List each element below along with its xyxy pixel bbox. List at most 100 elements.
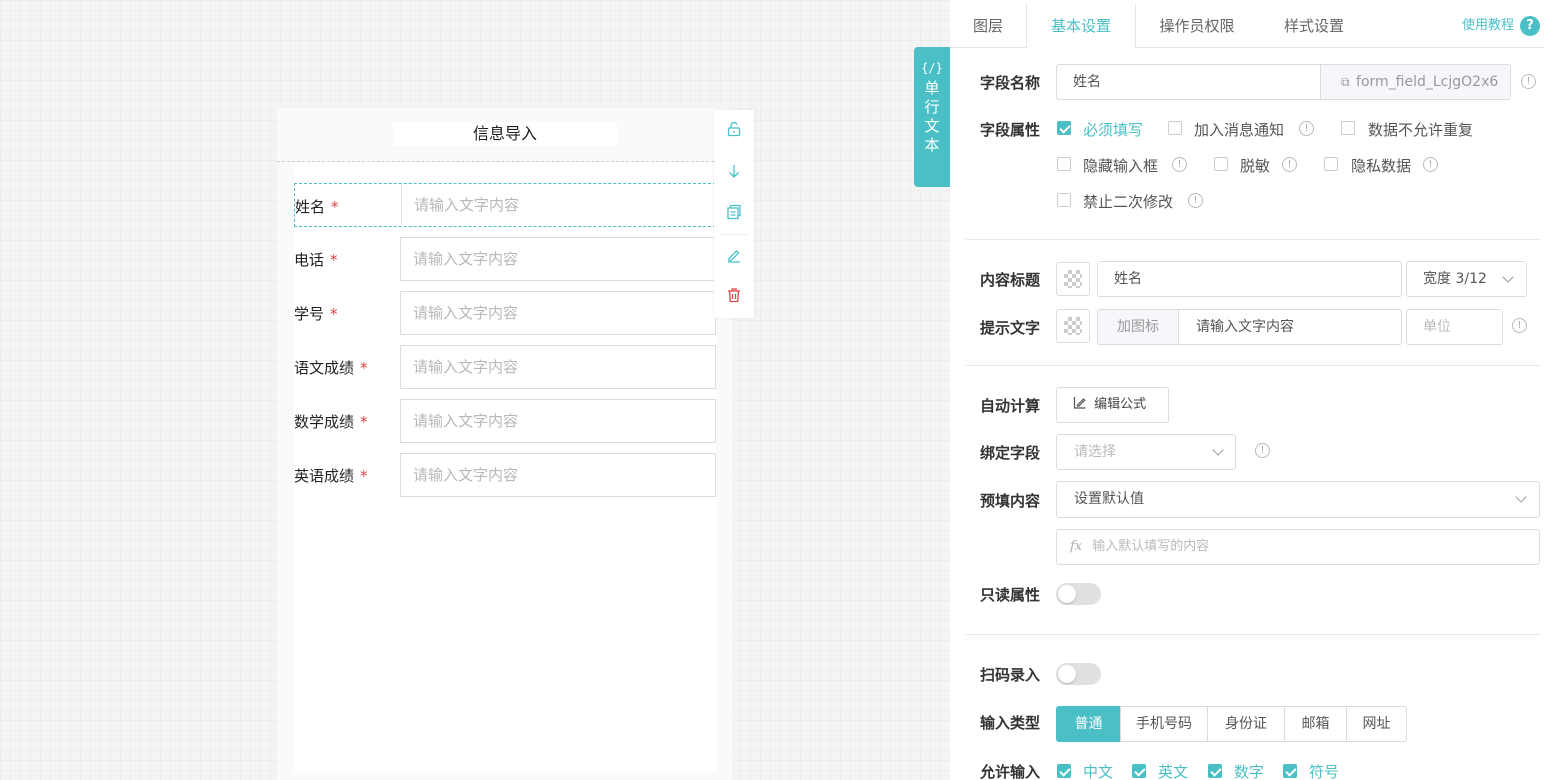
allow-english-checkbox[interactable] xyxy=(1132,764,1146,778)
field-toolbar xyxy=(714,110,754,318)
input-type-label: 输入类型 xyxy=(980,714,1041,732)
field-id-display[interactable]: ⧉ form_field_LcjgO2x6 xyxy=(1320,64,1511,100)
allow-symbol-label: 符号 xyxy=(1309,763,1340,780)
chevron-down-icon xyxy=(1212,444,1224,456)
required-mark: * xyxy=(330,251,338,269)
input-type-url[interactable]: 网址 xyxy=(1346,706,1407,742)
add-icon-button[interactable]: 加图标 xyxy=(1097,309,1179,345)
readonly-switch[interactable] xyxy=(1056,583,1101,605)
arrow-down-icon[interactable] xyxy=(724,163,744,183)
fx-icon: fx xyxy=(1070,539,1083,554)
edit-icon[interactable] xyxy=(724,247,744,267)
field-name-input[interactable]: 姓名 xyxy=(1056,64,1321,100)
readonly-label: 只读属性 xyxy=(980,586,1041,604)
trash-icon[interactable] xyxy=(724,287,744,307)
chevron-down-icon xyxy=(1515,491,1527,503)
formula-edit-icon xyxy=(1073,397,1086,409)
edit-formula-button[interactable]: 编辑公式 xyxy=(1056,387,1169,423)
field-label: 电话 * xyxy=(294,251,338,269)
chevron-down-icon xyxy=(1502,271,1514,283)
hint-text-input[interactable]: 请输入文字内容 xyxy=(1178,309,1402,345)
field-name-label: 字段名称 xyxy=(980,74,1041,92)
allow-input-label: 允许输入 xyxy=(980,763,1041,780)
text-input[interactable]: 请输入文字内容 xyxy=(400,399,716,443)
info-icon: ! xyxy=(1282,157,1297,172)
tab-basic-settings[interactable]: 基本设置 xyxy=(1026,4,1136,49)
no-second-edit-checkbox[interactable] xyxy=(1057,193,1071,207)
content-title-input[interactable]: 姓名 xyxy=(1097,261,1402,297)
required-mark: * xyxy=(330,305,338,323)
scan-input-switch[interactable] xyxy=(1056,663,1101,685)
form-field-row[interactable]: 电话 * 请输入文字内容 xyxy=(294,237,716,281)
tab-style-settings[interactable]: 样式设置 xyxy=(1258,4,1370,48)
tab-operator-permissions[interactable]: 操作员权限 xyxy=(1136,4,1258,48)
hide-input-checkbox[interactable] xyxy=(1057,157,1071,171)
unlock-icon[interactable] xyxy=(724,121,744,141)
copy-icon[interactable] xyxy=(724,204,744,224)
required-mark: * xyxy=(360,467,368,485)
form-field-row[interactable]: 姓名 * 请输入文字内容 xyxy=(294,183,717,227)
form-field-row[interactable]: 学号 * 请输入文字内容 xyxy=(294,291,716,335)
code-icon: {/} xyxy=(921,61,943,75)
private-data-checkbox[interactable] xyxy=(1324,157,1338,171)
form-field-row[interactable]: 语文成绩 * 请输入文字内容 xyxy=(294,345,716,389)
hide-input-label: 隐藏输入框 xyxy=(1083,157,1159,175)
message-notify-label: 加入消息通知 xyxy=(1194,121,1285,139)
form-field-row[interactable]: 数学成绩 * 请输入文字内容 xyxy=(294,399,716,443)
no-second-edit-label: 禁止二次修改 xyxy=(1083,193,1174,211)
form-header: 信息导入 xyxy=(277,108,714,162)
field-label: 数学成绩 * xyxy=(294,413,368,431)
allow-number-label: 数字 xyxy=(1234,763,1265,780)
field-label: 学号 * xyxy=(294,305,338,323)
field-label: 语文成绩 * xyxy=(294,359,368,377)
no-duplicate-checkbox[interactable] xyxy=(1341,121,1355,135)
form-title[interactable]: 信息导入 xyxy=(393,122,617,146)
input-type-phone[interactable]: 手机号码 xyxy=(1120,706,1208,742)
help-link[interactable]: 使用教程? xyxy=(1462,14,1540,36)
private-data-label: 隐私数据 xyxy=(1351,157,1412,175)
required-mark: * xyxy=(360,413,368,431)
settings-panel: 图层 基本设置 操作员权限 样式设置 使用教程? 字段名称 姓名 ⧉ form_… xyxy=(950,0,1544,780)
component-name: 单 行 文 本 xyxy=(924,79,940,154)
text-input[interactable]: 请输入文字内容 xyxy=(401,184,717,226)
unit-input[interactable]: 单位 xyxy=(1406,309,1503,345)
icon-picker[interactable] xyxy=(1056,262,1090,296)
allow-chinese-checkbox[interactable] xyxy=(1057,764,1071,778)
allow-chinese-label: 中文 xyxy=(1083,763,1114,780)
bind-field-label: 绑定字段 xyxy=(980,444,1041,462)
width-select[interactable]: 宽度 3/12 xyxy=(1406,261,1527,297)
required-checkbox[interactable] xyxy=(1057,121,1071,135)
info-icon: ! xyxy=(1299,121,1314,136)
input-type-id-card[interactable]: 身份证 xyxy=(1207,706,1285,742)
form-field-row[interactable]: 英语成绩 * 请输入文字内容 xyxy=(294,453,716,497)
required-mark: * xyxy=(331,198,339,216)
info-icon: ! xyxy=(1255,443,1270,458)
component-type-tag[interactable]: {/} 单 行 文 本 xyxy=(914,47,950,187)
field-label: 英语成绩 * xyxy=(294,467,368,485)
prefill-select[interactable]: 设置默认值 xyxy=(1056,481,1540,518)
prefill-formula-input[interactable]: fx 输入默认填写的内容 xyxy=(1056,529,1540,565)
checker-icon xyxy=(1064,270,1082,288)
tab-layers[interactable]: 图层 xyxy=(950,4,1026,48)
allow-symbol-checkbox[interactable] xyxy=(1283,764,1297,778)
text-input[interactable]: 请输入文字内容 xyxy=(400,345,716,389)
no-duplicate-label: 数据不允许重复 xyxy=(1368,121,1474,139)
field-label: 姓名 * xyxy=(295,198,339,216)
message-notify-checkbox[interactable] xyxy=(1168,121,1182,135)
input-type-email[interactable]: 邮箱 xyxy=(1284,706,1347,742)
text-input[interactable]: 请输入文字内容 xyxy=(400,453,716,497)
prefill-label: 预填内容 xyxy=(980,492,1041,510)
hint-text-label: 提示文字 xyxy=(980,319,1041,337)
allow-number-checkbox[interactable] xyxy=(1208,764,1222,778)
required-mark: * xyxy=(360,359,368,377)
bind-field-select[interactable]: 请选择 xyxy=(1056,434,1236,470)
text-input[interactable]: 请输入文字内容 xyxy=(400,291,716,335)
scan-input-label: 扫码录入 xyxy=(980,666,1041,684)
icon-picker[interactable] xyxy=(1056,309,1090,343)
required-checkbox-label: 必须填写 xyxy=(1083,121,1144,139)
text-input[interactable]: 请输入文字内容 xyxy=(400,237,716,281)
field-props-label: 字段属性 xyxy=(980,121,1041,139)
input-type-normal[interactable]: 普通 xyxy=(1056,706,1121,742)
info-icon: ! xyxy=(1423,157,1438,172)
mask-checkbox[interactable] xyxy=(1214,157,1228,171)
